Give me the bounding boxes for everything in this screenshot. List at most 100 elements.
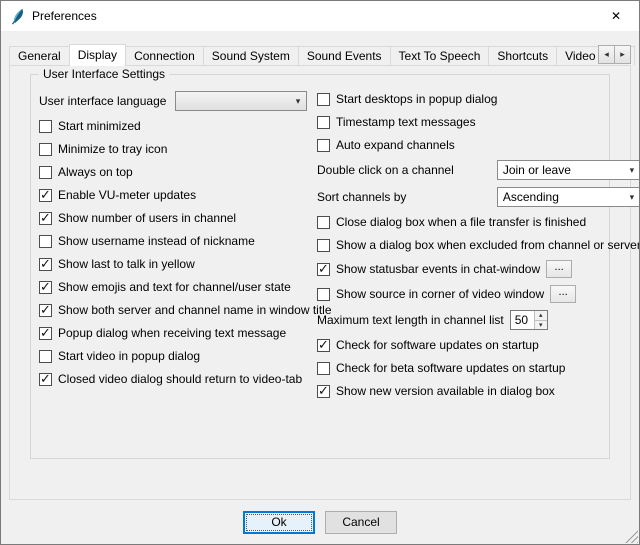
checkbox-box[interactable] <box>39 373 52 386</box>
language-row: User interface language ▾ <box>39 91 307 111</box>
maximum-text-length-row: Maximum text length in channel list 50 ▴… <box>317 310 640 330</box>
checkbox-always-on-top[interactable]: Always on top <box>39 164 307 180</box>
language-select[interactable]: ▾ <box>175 91 307 111</box>
checkbox-label: Show last to talk in yellow <box>58 257 195 271</box>
checkbox-label: Show statusbar events in chat-window <box>336 262 540 276</box>
tab-shortcuts[interactable]: Shortcuts <box>488 46 557 65</box>
arrow-right-icon: ▸ <box>620 49 625 60</box>
checkbox-label: Timestamp text messages <box>336 115 476 129</box>
checkbox-box[interactable] <box>39 166 52 179</box>
checkbox-show-new-version-available-in-dialog-box[interactable]: Show new version available in dialog box <box>317 383 640 399</box>
preferences-window: Preferences ✕ General Display Connection… <box>0 0 640 545</box>
checkbox-label: Auto expand channels <box>336 138 455 152</box>
checkbox-show-both-server-and-channel-name-in-window-title[interactable]: Show both server and channel name in win… <box>39 302 307 318</box>
checkbox-label: Show both server and channel name in win… <box>58 303 332 317</box>
checkbox-box[interactable] <box>39 304 52 317</box>
tab-scroll-control: ◂ ▸ <box>598 45 631 64</box>
checkbox-box[interactable] <box>317 362 330 375</box>
checkbox-label: Show username instead of nickname <box>58 234 255 248</box>
spin-down-button[interactable]: ▾ <box>535 320 547 330</box>
checkbox-label: Close dialog box when a file transfer is… <box>336 215 586 229</box>
checkbox-show-number-of-users-in-channel[interactable]: Show number of users in channel <box>39 210 307 226</box>
checkbox-box[interactable] <box>39 350 52 363</box>
statusbar-events-config-button[interactable]: ... <box>546 260 572 278</box>
checkbox-box[interactable] <box>39 212 52 225</box>
ok-button[interactable]: Ok <box>243 511 315 534</box>
maximum-text-length-spinner[interactable]: 50 ▴ ▾ <box>510 310 548 330</box>
checkbox-box[interactable] <box>39 327 52 340</box>
dialog-buttons: Ok Cancel <box>1 500 639 544</box>
spin-buttons: ▴ ▾ <box>534 311 547 329</box>
checkbox-box[interactable] <box>39 189 52 202</box>
spin-up-button[interactable]: ▴ <box>535 311 547 320</box>
checkbox-box[interactable] <box>317 139 330 152</box>
app-icon <box>9 8 26 25</box>
arrow-left-icon: ◂ <box>604 49 609 60</box>
checkbox-box[interactable] <box>317 116 330 129</box>
checkbox-label: Always on top <box>58 165 133 179</box>
tab-page-display: User Interface Settings User interface l… <box>9 65 631 500</box>
checkbox-label: Check for beta software updates on start… <box>336 361 565 375</box>
checkbox-minimize-to-tray-icon[interactable]: Minimize to tray icon <box>39 141 307 157</box>
close-button[interactable]: ✕ <box>593 1 639 31</box>
checkbox-show-last-to-talk-in-yellow[interactable]: Show last to talk in yellow <box>39 256 307 272</box>
tab-connection[interactable]: Connection <box>125 46 204 65</box>
tab-scroll-left-button[interactable]: ◂ <box>598 45 615 64</box>
checkbox-check-for-software-updates-on-startup[interactable]: Check for software updates on startup <box>317 337 640 353</box>
checkbox-box[interactable] <box>317 288 330 301</box>
left-column: User interface language ▾ Start minimize… <box>39 91 307 452</box>
double-click-on-channel-label: Double click on a channel <box>317 163 454 177</box>
tab-text-to-speech[interactable]: Text To Speech <box>390 46 490 65</box>
checkbox-box[interactable] <box>317 263 330 276</box>
window-title: Preferences <box>32 9 97 23</box>
checkbox-close-dialog-box-when-file-transfer-finished[interactable]: Close dialog box when a file transfer is… <box>317 214 640 230</box>
tab-sound-system[interactable]: Sound System <box>203 46 299 65</box>
checkbox-show-statusbar-events-in-chat-window[interactable]: Show statusbar events in chat-window ... <box>317 260 640 278</box>
checkbox-box[interactable] <box>39 281 52 294</box>
video-source-config-button[interactable]: ... <box>550 285 576 303</box>
checkbox-show-dialog-box-when-excluded-from-channel-or-server[interactable]: Show a dialog box when excluded from cha… <box>317 237 640 253</box>
checkbox-label: Start desktops in popup dialog <box>336 92 497 106</box>
sort-channels-by-label: Sort channels by <box>317 190 406 204</box>
spin-up-icon: ▴ <box>539 311 543 319</box>
double-click-on-channel-select[interactable]: Join or leave ▾ <box>497 160 640 180</box>
checkbox-box[interactable] <box>317 339 330 352</box>
checkbox-enable-vu-meter-updates[interactable]: Enable VU-meter updates <box>39 187 307 203</box>
tab-scroll-right-button[interactable]: ▸ <box>614 45 631 64</box>
checkbox-box[interactable] <box>317 385 330 398</box>
tab-display[interactable]: Display <box>69 44 126 66</box>
double-click-on-channel-row: Double click on a channel Join or leave … <box>317 160 640 180</box>
checkbox-start-desktops-in-popup-dialog[interactable]: Start desktops in popup dialog <box>317 91 640 107</box>
checkbox-show-username-instead-of-nickname[interactable]: Show username instead of nickname <box>39 233 307 249</box>
checkbox-show-emojis-and-text-for-channel-user-state[interactable]: Show emojis and text for channel/user st… <box>39 279 307 295</box>
checkbox-popup-dialog-when-receiving-text-message[interactable]: Popup dialog when receiving text message <box>39 325 307 341</box>
tab-general[interactable]: General <box>9 46 70 65</box>
sort-channels-by-select[interactable]: Ascending ▾ <box>497 187 640 207</box>
cancel-button[interactable]: Cancel <box>325 511 397 534</box>
checkbox-box[interactable] <box>39 120 52 133</box>
checkbox-start-minimized[interactable]: Start minimized <box>39 118 307 134</box>
checkbox-closed-video-dialog-should-return-to-video-tab[interactable]: Closed video dialog should return to vid… <box>39 371 307 387</box>
checkbox-label: Show number of users in channel <box>58 211 236 225</box>
sort-channels-by-row: Sort channels by Ascending ▾ <box>317 187 640 207</box>
checkbox-check-for-beta-software-updates-on-startup[interactable]: Check for beta software updates on start… <box>317 360 640 376</box>
checkbox-timestamp-text-messages[interactable]: Timestamp text messages <box>317 114 640 130</box>
checkbox-label: Enable VU-meter updates <box>58 188 196 202</box>
checkbox-box[interactable] <box>317 216 330 229</box>
checkbox-label: Closed video dialog should return to vid… <box>58 372 302 386</box>
checkbox-box[interactable] <box>39 235 52 248</box>
checkbox-start-video-in-popup-dialog[interactable]: Start video in popup dialog <box>39 348 307 364</box>
checkbox-box[interactable] <box>317 239 330 252</box>
checkbox-label: Start minimized <box>58 119 141 133</box>
tab-sound-events[interactable]: Sound Events <box>298 46 391 65</box>
titlebar: Preferences ✕ <box>1 1 639 31</box>
checkbox-box[interactable] <box>39 143 52 156</box>
checkbox-box[interactable] <box>317 93 330 106</box>
sort-channels-by-value: Ascending <box>503 190 624 204</box>
checkbox-auto-expand-channels[interactable]: Auto expand channels <box>317 137 640 153</box>
checkbox-label: Show new version available in dialog box <box>336 384 555 398</box>
chevron-down-icon: ▾ <box>624 192 640 203</box>
checkbox-box[interactable] <box>39 258 52 271</box>
double-click-on-channel-value: Join or leave <box>503 163 624 177</box>
checkbox-show-source-in-corner-of-video-window[interactable]: Show source in corner of video window ..… <box>317 285 640 303</box>
